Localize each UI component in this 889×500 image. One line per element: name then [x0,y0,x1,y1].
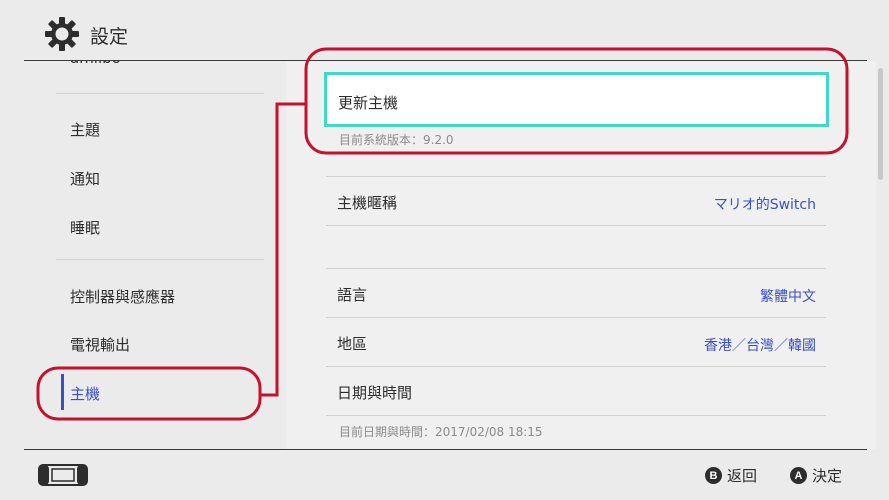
sidebar-item-amiibo[interactable]: amiibo [70,61,121,67]
sidebar-item-notifications[interactable]: 通知 [70,168,100,189]
update-console-button[interactable]: 更新主機 [324,72,829,127]
sidebar-item-sleep[interactable]: 睡眠 [70,217,100,238]
sidebar-item-system[interactable]: 主機 [70,383,100,404]
active-indicator [61,374,64,410]
update-console-label: 更新主機 [338,94,399,112]
region-value: 香港／台灣／韓國 [704,338,816,354]
date-time-row[interactable]: 日期與時間 [326,367,826,416]
gear-icon [45,17,79,51]
language-value: 繁體中文 [760,289,816,305]
sidebar-divider [56,93,264,94]
row-divider [326,225,826,226]
current-date-time-text: 目前日期與時間：2017/02/08 18:15 [339,425,543,439]
ok-button[interactable]: A 決定 [790,465,842,486]
sidebar-item-themes[interactable]: 主題 [70,119,100,140]
console-nickname-value: マリオ的Switch [713,197,816,213]
page-title: 設定 [90,26,129,48]
console-nickname-label: 主機暱稱 [337,194,398,212]
region-label: 地區 [337,335,368,353]
a-button-icon: A [790,467,807,484]
b-button-icon: B [705,467,722,484]
sidebar: amiibo 主題 通知 睡眠 控制器與感應器 電視輸出 主機 [0,61,286,449]
footer: B 返回 A 決定 [0,450,889,500]
console-nickname-row[interactable]: 主機暱稱 マリオ的Switch [326,177,826,226]
main-panel: 更新主機 目前系統版本：9.2.0 主機暱稱 マリオ的Switch 語言 繁體中… [286,61,876,449]
scrollbar-thumb[interactable] [878,68,883,180]
date-time-label: 日期與時間 [337,384,413,402]
sidebar-item-tv-output[interactable]: 電視輸出 [70,334,130,355]
back-label: 返回 [727,467,758,485]
language-row[interactable]: 語言 繁體中文 [326,269,826,318]
row-divider [326,415,826,416]
back-button[interactable]: B 返回 [705,465,757,486]
language-label: 語言 [337,286,368,304]
sidebar-item-controllers[interactable]: 控制器與感應器 [70,286,175,307]
console-icon [38,464,88,486]
region-row[interactable]: 地區 香港／台灣／韓國 [326,318,826,367]
header: 設定 [0,0,889,62]
sidebar-divider [56,259,264,260]
ok-label: 決定 [812,467,843,485]
system-version-text: 目前系統版本：9.2.0 [339,133,454,147]
